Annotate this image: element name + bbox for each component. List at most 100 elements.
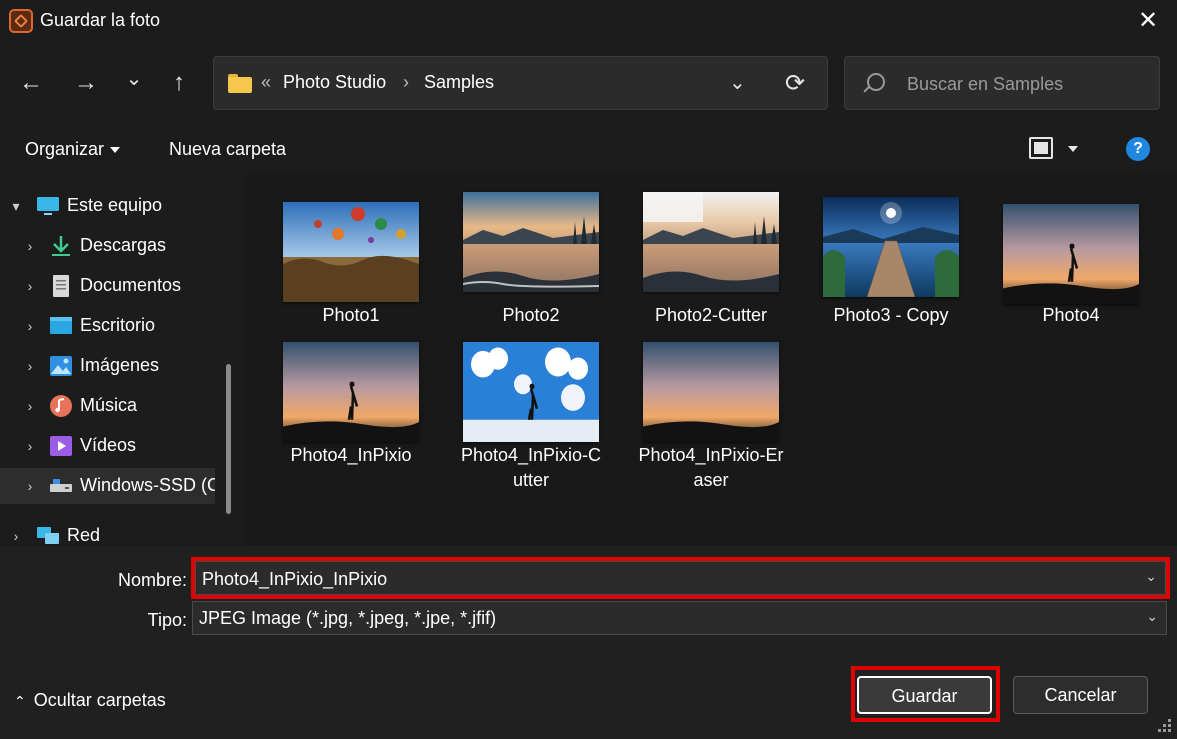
chevron-right-icon[interactable]: › bbox=[22, 316, 38, 336]
drive-icon bbox=[50, 479, 72, 492]
chevron-down-icon[interactable]: ⌄ bbox=[1145, 568, 1157, 585]
search-input[interactable] bbox=[907, 71, 1147, 97]
file-name: Photo4_InPixio bbox=[290, 445, 412, 465]
caret-down-icon bbox=[110, 147, 121, 154]
breadcrumb-photo-studio[interactable]: Photo Studio bbox=[283, 72, 386, 93]
hide-folders-button[interactable]: ⌃ Ocultar carpetas bbox=[14, 690, 166, 711]
cancel-button[interactable]: Cancelar bbox=[1013, 676, 1148, 714]
computer-icon bbox=[37, 197, 59, 215]
folder-icon bbox=[228, 74, 252, 93]
breadcrumb-overflow-icon[interactable]: « bbox=[261, 72, 271, 93]
recent-locations-chevron-icon[interactable]: ⌄ bbox=[117, 62, 151, 96]
file-name-line: Photo4_InPixio-Er bbox=[638, 445, 784, 465]
sidebar-item-red[interactable]: › Red bbox=[0, 518, 215, 546]
sidebar-item-label: Escritorio bbox=[80, 315, 156, 335]
sidebar-item-imagenes[interactable]: › Imágenes bbox=[0, 348, 215, 384]
sidebar-item-label: Vídeos bbox=[80, 435, 137, 455]
sidebar-item-documentos[interactable]: › Documentos bbox=[0, 268, 215, 304]
sidebar-item-musica[interactable]: › Música bbox=[0, 388, 215, 424]
navigation-bar: ← → ⌄ ↑ « Photo Studio › Samples ⌄ ⟳ bbox=[0, 42, 1177, 124]
file-type-select[interactable]: JPEG Image (*.jpg, *.jpeg, *.jpe, *.jfif… bbox=[192, 601, 1167, 635]
file-item[interactable]: Photo4 bbox=[981, 192, 1161, 332]
breadcrumb-separator-icon[interactable]: › bbox=[403, 72, 409, 93]
sidebar-item-windows-ssd[interactable]: › Windows-SSD (C bbox=[0, 468, 215, 504]
up-arrow-icon[interactable]: ↑ bbox=[162, 66, 196, 100]
chevron-right-icon[interactable]: › bbox=[22, 276, 38, 296]
sidebar-item-label: Música bbox=[80, 395, 138, 415]
file-name-line: aser bbox=[693, 470, 729, 490]
music-icon bbox=[50, 395, 72, 417]
videos-icon bbox=[50, 436, 72, 456]
chevron-down-icon[interactable]: ⌄ bbox=[1146, 608, 1158, 625]
desktop-icon bbox=[50, 317, 72, 334]
sidebar-item-label: Documentos bbox=[80, 275, 182, 295]
file-type-value: JPEG Image (*.jpg, *.jpeg, *.jpe, *.jfif… bbox=[199, 608, 497, 628]
file-list: Photo1 Photo2 Photo2-Cutter Photo3 - Cop… bbox=[244, 174, 1177, 546]
type-label: Tipo: bbox=[147, 610, 187, 630]
file-item[interactable]: Photo2-Cutter bbox=[621, 192, 801, 332]
sidebar-item-videos[interactable]: › Vídeos bbox=[0, 428, 215, 464]
file-name: Photo4_InPixio-Eraser bbox=[621, 443, 801, 493]
hide-folders-label: Ocultar carpetas bbox=[33, 690, 166, 710]
file-item[interactable]: Photo4_InPixio bbox=[261, 342, 441, 482]
file-name: Photo3 - Copy bbox=[833, 305, 949, 325]
chevron-up-icon: ⌃ bbox=[14, 693, 26, 709]
file-thumbnail bbox=[283, 342, 419, 442]
file-name-line: utter bbox=[512, 470, 550, 490]
file-thumbnail bbox=[643, 192, 779, 292]
save-form: Nombre: ⌄ Tipo: JPEG Image (*.jpg, *.jpe… bbox=[0, 546, 1177, 739]
download-icon bbox=[52, 236, 70, 256]
file-thumbnail bbox=[463, 342, 599, 442]
file-name: Photo4_InPixio-C utter bbox=[441, 443, 621, 493]
chevron-down-icon[interactable]: ▾ bbox=[8, 196, 24, 216]
navigation-pane: ▾ Este equipo › Descargas › Documentos ›… bbox=[0, 174, 244, 546]
file-name: Photo2 bbox=[502, 305, 560, 325]
sidebar-item-escritorio[interactable]: › Escritorio bbox=[0, 308, 215, 344]
chevron-right-icon[interactable]: › bbox=[22, 356, 38, 376]
new-folder-button[interactable]: Nueva carpeta bbox=[169, 139, 286, 160]
chevron-right-icon[interactable]: › bbox=[22, 396, 38, 416]
sidebar-item-label: Este equipo bbox=[67, 195, 163, 215]
chevron-right-icon[interactable]: › bbox=[22, 436, 38, 456]
close-icon[interactable]: ✕ bbox=[1135, 7, 1161, 35]
file-name-field[interactable]: ⌄ bbox=[195, 561, 1166, 595]
file-item[interactable]: Photo4_InPixio-Eraser bbox=[621, 342, 801, 502]
file-item[interactable]: Photo4_InPixio-C utter bbox=[441, 342, 621, 502]
file-name-input[interactable] bbox=[202, 568, 1102, 590]
file-thumbnail bbox=[283, 202, 419, 302]
sidebar-item-descargas[interactable]: › Descargas bbox=[0, 228, 215, 264]
chevron-right-icon[interactable]: › bbox=[8, 526, 24, 546]
app-icon bbox=[9, 9, 33, 33]
sidebar-scrollbar[interactable] bbox=[226, 364, 231, 514]
name-label: Nombre: bbox=[117, 570, 187, 590]
breadcrumb-samples[interactable]: Samples bbox=[424, 72, 494, 93]
pictures-icon bbox=[50, 356, 72, 376]
search-icon bbox=[867, 73, 885, 91]
address-bar[interactable]: « Photo Studio › Samples ⌄ ⟳ bbox=[213, 56, 828, 110]
view-mode-icon[interactable] bbox=[1029, 137, 1053, 159]
forward-arrow-icon[interactable]: → bbox=[69, 66, 103, 100]
file-item[interactable]: Photo1 bbox=[261, 192, 441, 332]
address-dropdown-icon[interactable]: ⌄ bbox=[729, 70, 746, 95]
file-item[interactable]: Photo2 bbox=[441, 192, 621, 332]
chevron-right-icon[interactable]: › bbox=[22, 236, 38, 256]
file-thumbnail bbox=[1003, 204, 1139, 304]
view-options-caret-icon[interactable] bbox=[1068, 146, 1078, 152]
chevron-right-icon[interactable]: › bbox=[22, 476, 38, 496]
file-item[interactable]: Photo3 - Copy bbox=[801, 192, 981, 332]
window-title: Guardar la foto bbox=[40, 10, 161, 30]
network-icon bbox=[37, 527, 59, 544]
sidebar-item-este-equipo[interactable]: ▾ Este equipo bbox=[0, 188, 215, 224]
back-arrow-icon[interactable]: ← bbox=[14, 66, 48, 100]
resize-grip-icon[interactable] bbox=[1157, 719, 1171, 733]
help-icon[interactable]: ? bbox=[1126, 137, 1150, 161]
search-box[interactable] bbox=[844, 56, 1160, 110]
sidebar-item-label: Red bbox=[67, 525, 101, 545]
refresh-icon[interactable]: ⟳ bbox=[785, 69, 805, 98]
file-name: Photo2-Cutter bbox=[654, 305, 768, 325]
organize-menu-button[interactable]: Organizar bbox=[25, 139, 121, 160]
file-thumbnail bbox=[643, 342, 779, 442]
save-button[interactable]: Guardar bbox=[857, 676, 992, 714]
file-name: Photo1 bbox=[322, 305, 380, 325]
file-name: Photo4 bbox=[1042, 305, 1100, 325]
